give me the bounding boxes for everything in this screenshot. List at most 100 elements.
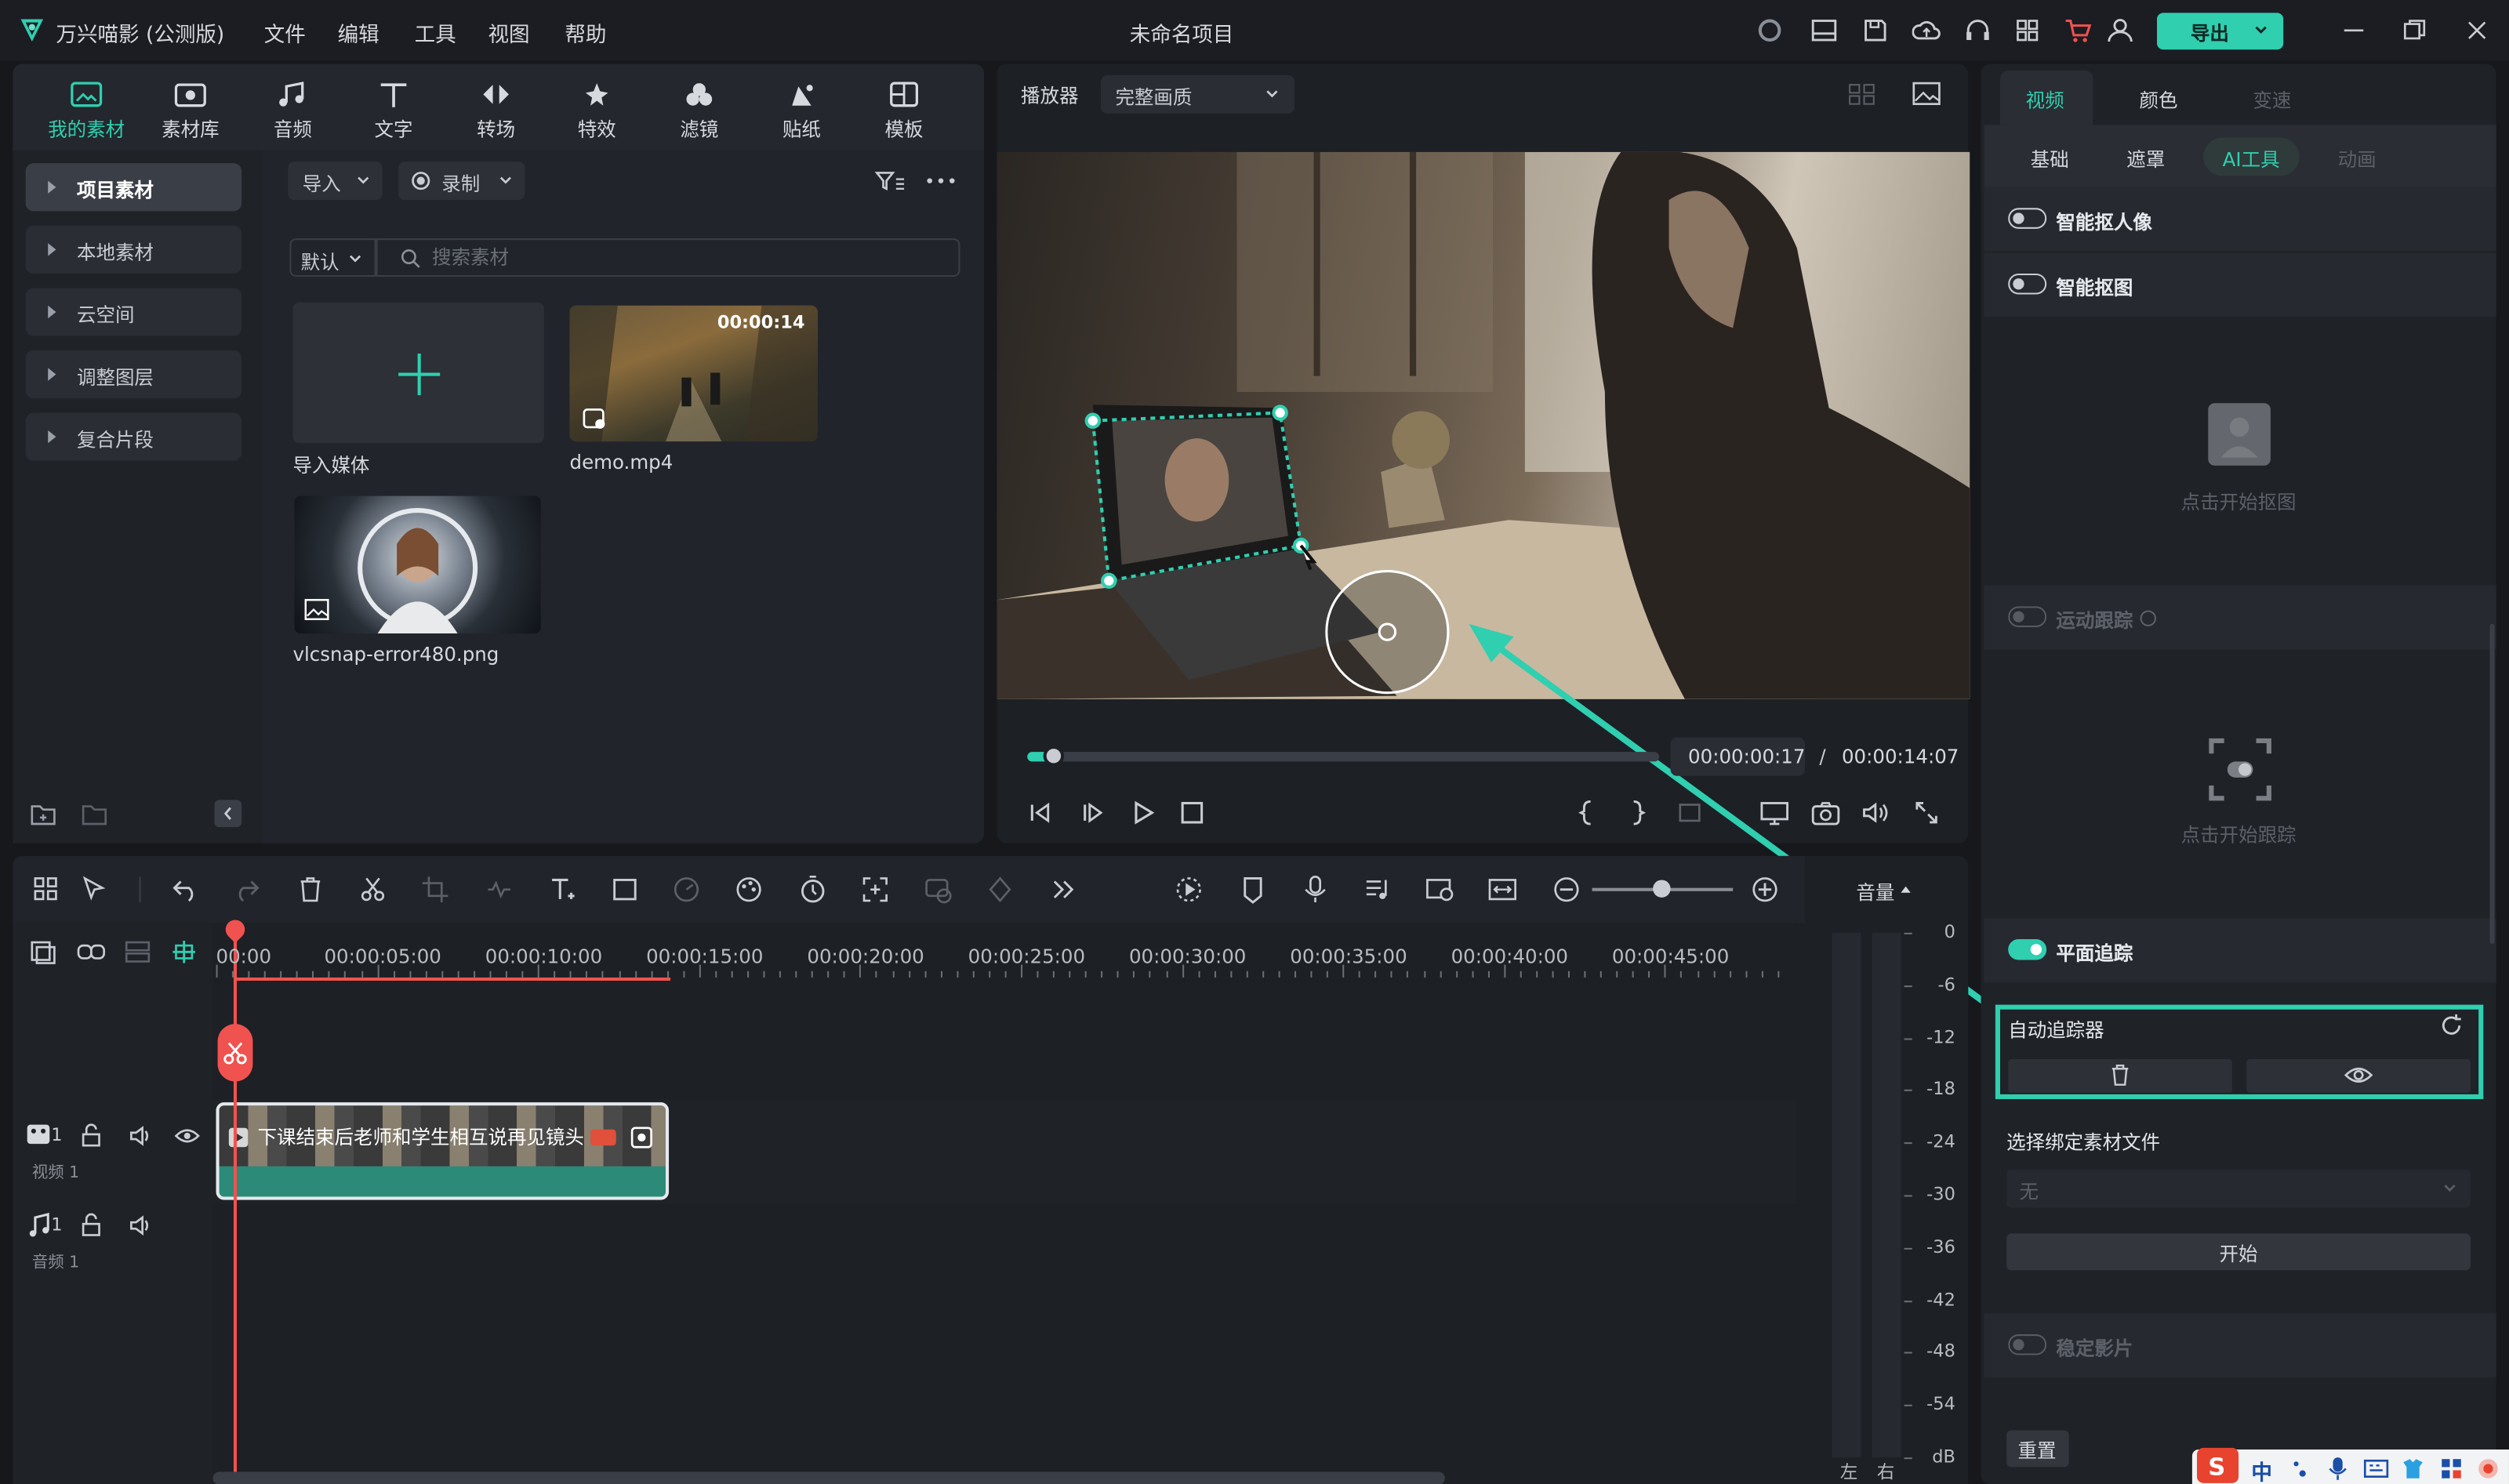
subtitle-icon[interactable] — [924, 875, 953, 904]
caret-up-icon[interactable] — [1899, 884, 1912, 896]
tab-filter[interactable]: 滤镜 — [652, 77, 747, 147]
subtab-mask[interactable]: 遮罩 — [2126, 146, 2165, 173]
tab-sticker[interactable]: 贴纸 — [753, 77, 849, 147]
tab-my-media[interactable]: 我的素材 — [38, 77, 134, 147]
preview-tracker-button[interactable] — [2246, 1059, 2471, 1093]
ime-voice-icon[interactable] — [2326, 1456, 2349, 1482]
microphone-icon[interactable] — [1301, 875, 1330, 904]
more-tools-icon[interactable] — [1048, 875, 1077, 904]
speed-icon[interactable] — [672, 875, 701, 904]
sidebar-item-cloud[interactable]: 云空间 — [25, 288, 242, 336]
subtab-animation[interactable]: 动画 — [2338, 146, 2376, 173]
menu-edit[interactable]: 编辑 — [338, 17, 379, 49]
menu-tools[interactable]: 工具 — [415, 17, 456, 49]
audio-mix-icon[interactable] — [1363, 875, 1392, 904]
quality-dropdown[interactable]: 完整画质 — [1101, 74, 1295, 114]
media-thumbnail-demo[interactable]: 00:00:14 — [569, 305, 818, 442]
headset-icon[interactable] — [1963, 16, 1992, 45]
layout-icon[interactable] — [1810, 16, 1839, 45]
ime-assistant-icon[interactable] — [2475, 1456, 2501, 1482]
video-clip[interactable]: 下课结束后老师和学生相互说再见镜头 — [216, 1102, 670, 1200]
sidebar-item-project-media[interactable]: 项目素材 — [25, 163, 242, 212]
zoom-in-icon[interactable] — [1751, 875, 1780, 904]
tab-color[interactable]: 颜色 — [2140, 86, 2178, 114]
mark-in-icon[interactable] — [1578, 798, 1596, 827]
more-options-icon[interactable] — [925, 168, 957, 194]
smart-crop-icon[interactable] — [861, 875, 890, 904]
redo-icon[interactable] — [232, 875, 261, 904]
mark-out-icon[interactable] — [1627, 798, 1647, 827]
fit-timeline-icon[interactable] — [1488, 875, 1517, 904]
ime-language[interactable]: 中 — [2251, 1456, 2272, 1484]
render-preview-icon[interactable] — [1175, 875, 1204, 904]
tab-transition[interactable]: 转场 — [448, 77, 543, 147]
bind-file-select[interactable]: 无 — [2006, 1169, 2471, 1208]
timer-icon[interactable] — [798, 875, 827, 904]
next-frame-icon[interactable] — [1080, 800, 1106, 825]
tab-text[interactable]: 文字 — [346, 77, 441, 147]
menu-help[interactable]: 帮助 — [565, 17, 606, 49]
motion-tracking-toggle[interactable] — [2008, 606, 2047, 627]
cutout-hint[interactable]: 点击开始抠图 — [2181, 488, 2297, 515]
keyframe-icon[interactable] — [986, 875, 1015, 904]
marker-icon[interactable] — [1239, 875, 1268, 904]
select-pointer-icon[interactable] — [80, 875, 109, 904]
start-button[interactable]: 开始 — [2006, 1233, 2471, 1271]
user-icon[interactable] — [2106, 16, 2135, 45]
delete-tracker-button[interactable] — [2008, 1059, 2232, 1093]
sidebar-item-compound-clip[interactable]: 复合片段 — [25, 412, 242, 461]
display-settings-icon[interactable] — [1760, 800, 1789, 825]
tab-audio[interactable]: 音频 — [245, 77, 340, 147]
tab-template[interactable]: 模板 — [856, 77, 952, 147]
close-icon[interactable] — [2463, 16, 2492, 45]
stop-icon[interactable] — [1179, 800, 1205, 825]
export-button[interactable]: 导出 — [2156, 13, 2284, 50]
ime-logo-icon[interactable]: S — [2197, 1447, 2239, 1483]
camera-snapshot-icon[interactable] — [1811, 800, 1840, 825]
tab-speed[interactable]: 变速 — [2253, 86, 2291, 114]
import-dropdown[interactable]: 导入 — [288, 161, 383, 201]
clip-options-icon[interactable] — [630, 1127, 653, 1149]
menu-file[interactable]: 文件 — [264, 17, 306, 49]
split-scissors-button[interactable] — [217, 1024, 253, 1082]
cart-icon[interactable] — [2063, 16, 2092, 45]
audio-track-lane[interactable] — [212, 1204, 1797, 1301]
minimize-icon[interactable] — [2340, 16, 2369, 45]
smart-portrait-toggle[interactable] — [2008, 208, 2047, 229]
undo-icon[interactable] — [171, 875, 200, 904]
refresh-icon[interactable] — [2438, 1013, 2464, 1039]
tracking-placeholder-icon[interactable] — [2208, 738, 2272, 802]
panel-scrollbar[interactable] — [2489, 623, 2495, 945]
search-input[interactable] — [432, 245, 913, 270]
reset-button[interactable]: 重置 — [2006, 1430, 2069, 1468]
speaker-icon[interactable] — [128, 1213, 154, 1239]
apps-grid-icon[interactable] — [2013, 16, 2042, 45]
zoom-slider[interactable] — [1592, 880, 1734, 898]
timeline-scrollbar[interactable] — [212, 1471, 1445, 1484]
track-manager-icon[interactable] — [123, 939, 152, 965]
chevron-down-icon[interactable] — [2251, 21, 2270, 40]
progress-handle[interactable] — [1043, 746, 1064, 767]
delete-icon[interactable] — [296, 875, 325, 904]
import-media-tile[interactable] — [292, 302, 544, 444]
audio-edit-icon[interactable] — [485, 875, 514, 904]
ime-apps-icon[interactable] — [2438, 1456, 2464, 1482]
media-thumbnail-image[interactable] — [294, 495, 541, 634]
playhead-line[interactable] — [233, 923, 238, 1484]
eye-icon[interactable] — [174, 1125, 200, 1148]
lock-icon[interactable] — [78, 1213, 104, 1239]
lock-icon[interactable] — [78, 1123, 104, 1149]
playback-progress[interactable] — [1027, 746, 1660, 767]
volume-icon[interactable] — [1861, 800, 1890, 825]
stabilize-toggle[interactable] — [2008, 1334, 2047, 1355]
cutout-placeholder-icon[interactable] — [2208, 403, 2271, 466]
sidebar-item-local-media[interactable]: 本地素材 — [25, 225, 242, 274]
ime-punctuation-icon[interactable] — [2288, 1457, 2311, 1480]
ime-keyboard-icon[interactable] — [2363, 1457, 2389, 1480]
record-dropdown[interactable]: 录制 — [398, 161, 525, 201]
add-track-icon[interactable] — [29, 939, 58, 965]
save-icon[interactable] — [1861, 16, 1890, 45]
record-status-icon[interactable] — [1756, 16, 1785, 45]
crop-icon[interactable] — [421, 875, 450, 904]
zoom-handle[interactable] — [1653, 880, 1671, 898]
